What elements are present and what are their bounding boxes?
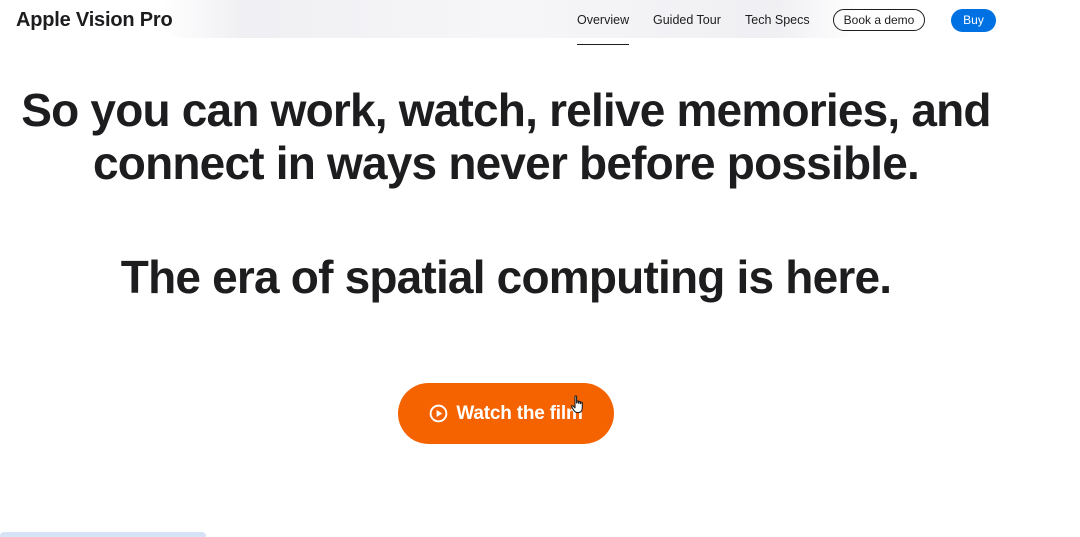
book-demo-button[interactable]: Book a demo	[833, 9, 925, 31]
hero-headline: So you can work, watch, relive memories,…	[0, 84, 1012, 190]
top-navigation: Apple Vision Pro Overview Guided Tour Te…	[0, 0, 1080, 46]
brand-title[interactable]: Apple Vision Pro	[16, 9, 173, 32]
hand-pointer-cursor-icon	[570, 395, 583, 414]
play-circle-icon	[429, 404, 448, 423]
bottom-scroll-indicator	[0, 532, 206, 537]
hero-subheadline: The era of spatial computing is here.	[120, 251, 892, 303]
hero-headline-line-1: So you can work, watch, relive memories,…	[21, 84, 991, 136]
nav-link-tech-specs[interactable]: Tech Specs	[745, 13, 810, 27]
watch-film-label: Watch the film	[456, 402, 583, 424]
buy-button[interactable]: Buy	[951, 9, 996, 32]
page: Apple Vision Pro Overview Guided Tour Te…	[0, 0, 1080, 537]
nav-link-overview[interactable]: Overview	[577, 13, 630, 45]
nav-link-guided-tour[interactable]: Guided Tour	[653, 13, 721, 27]
hero-headline-line-2: connect in ways never before possible.	[93, 137, 920, 189]
